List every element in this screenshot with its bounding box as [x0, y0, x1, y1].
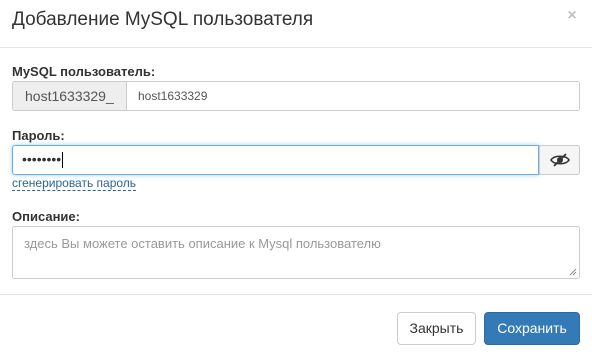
close-button[interactable]: Закрыть — [397, 312, 476, 345]
description-textarea[interactable]: здесь Вы можете оставить описание к Mysq… — [12, 226, 580, 279]
mysql-user-input-group: host1633329_ host1633329 — [12, 81, 580, 111]
text-caret — [62, 152, 64, 169]
mysql-user-label: MySQL пользователь: — [12, 64, 156, 79]
username-input[interactable]: host1633329 — [126, 81, 580, 111]
modal-title: Добавление MySQL пользователя — [12, 9, 314, 30]
description-placeholder: здесь Вы можете оставить описание к Mysq… — [24, 236, 381, 251]
resize-grip-icon[interactable] — [569, 268, 577, 276]
save-button[interactable]: Сохранить — [484, 312, 580, 345]
username-prefix: host1633329_ — [12, 81, 126, 111]
close-icon[interactable]: × — [564, 6, 580, 26]
password-input-group: •••••••• — [12, 145, 580, 175]
modal-footer: Закрыть Сохранить — [0, 294, 592, 357]
eye-slash-icon — [549, 153, 570, 167]
password-input[interactable]: •••••••• — [12, 145, 539, 175]
password-masked-value: •••••••• — [22, 151, 62, 167]
generate-password-link[interactable]: сгенерировать пароль — [12, 176, 137, 191]
description-label: Описание: — [12, 209, 80, 224]
toggle-password-visibility-button[interactable] — [539, 145, 580, 175]
password-label: Пароль: — [12, 128, 65, 143]
modal-header: Добавление MySQL пользователя × — [0, 0, 592, 48]
add-mysql-user-modal: Добавление MySQL пользователя × MySQL по… — [0, 0, 592, 357]
